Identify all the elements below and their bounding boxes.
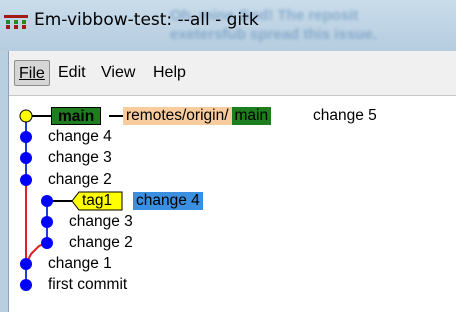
commit-dot [20, 131, 32, 143]
commit-message[interactable]: change 4 [48, 127, 112, 146]
commit-dot [20, 152, 32, 164]
commit-graph-pane[interactable]: main remotes/origin/main change 5 change… [9, 96, 456, 312]
menu-view[interactable]: View [97, 60, 139, 86]
menu-file[interactable]: File [14, 60, 50, 86]
gitk-window: File Edit View Help main remotes/origin/… [8, 51, 456, 312]
selected-commit-message[interactable]: change 4 [133, 192, 203, 210]
head-commit-dot [19, 109, 33, 123]
commit-message[interactable]: change 3 [69, 212, 133, 231]
commit-dot [20, 258, 32, 270]
commit-dot [41, 216, 53, 228]
gitk-app-icon [4, 15, 28, 29]
commit-dot [20, 279, 32, 291]
commit-dot [41, 237, 53, 249]
commit-message[interactable]: change 2 [48, 170, 112, 189]
commit-message[interactable]: change 1 [48, 254, 112, 273]
head-branch-badge[interactable]: main [51, 107, 102, 125]
commit-dot [41, 195, 53, 207]
commit-message[interactable]: change 5 [313, 106, 377, 125]
menu-edit[interactable]: Edit [54, 60, 90, 86]
commit-message[interactable]: change 2 [69, 233, 133, 252]
commit-message[interactable]: first commit [48, 275, 127, 294]
menu-bar: File Edit View Help [9, 51, 456, 96]
commit-dot [20, 174, 32, 186]
remote-branch-badge[interactable]: remotes/origin/main [123, 107, 272, 125]
commit-message[interactable]: change 3 [48, 148, 112, 167]
window-title: Em-vibbow-test: --all - gitk [34, 10, 259, 30]
tag-label[interactable]: tag1 [82, 191, 112, 210]
title-bar: Oh, mine God! The reposit exetersfub spr… [0, 0, 456, 50]
menu-help[interactable]: Help [149, 60, 190, 86]
